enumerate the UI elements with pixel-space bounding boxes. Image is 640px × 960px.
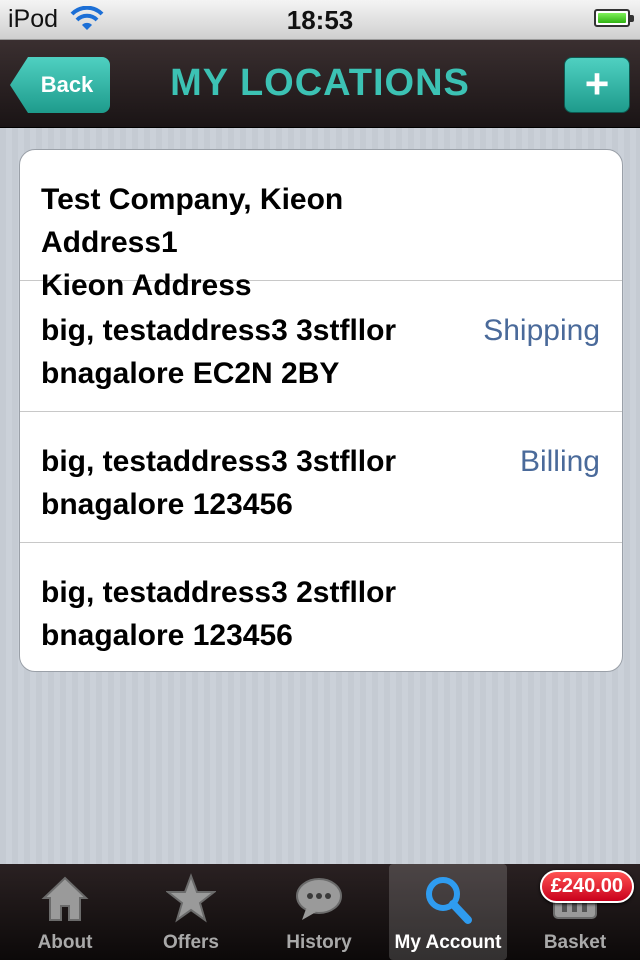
address-line-1: big, testaddress3 3stfllor <box>41 445 397 478</box>
basket-total-badge: £240.00 <box>539 870 634 903</box>
speech-bubble-icon <box>296 878 342 920</box>
add-location-button[interactable]: + <box>564 57 630 113</box>
location-row[interactable]: big, testaddress3 3stfllor bnagalore EC2… <box>20 281 622 412</box>
navigation-bar: Back MY LOCATIONS + <box>0 40 640 128</box>
tab-label: About <box>37 932 93 953</box>
tab-label: My Account <box>394 932 502 953</box>
clock: 18:53 <box>286 5 354 35</box>
address-line-2: bnagalore 123456 <box>41 488 293 521</box>
tab-label: Offers <box>163 932 219 953</box>
address-line-1: big, testaddress3 2stfllor <box>41 576 397 609</box>
location-address: big, testaddress3 3stfllor bnagalore 123… <box>41 440 461 526</box>
star-icon <box>166 873 216 923</box>
tab-my-account[interactable]: My Account <box>389 864 507 960</box>
tab-label: Basket <box>543 932 607 953</box>
page-title: MY LOCATIONS <box>170 62 470 104</box>
location-address: big, testaddress3 3stfllor bnagalore EC2… <box>41 309 461 395</box>
house-icon <box>41 876 89 921</box>
address-line-1: Test Company, Kieon Address1 <box>41 183 344 259</box>
location-row[interactable]: big, testaddress3 2stfllor bnagalore 123… <box>20 543 622 671</box>
magnifier-icon <box>426 877 472 924</box>
tab-about[interactable]: About <box>6 864 124 960</box>
battery-icon <box>594 9 634 27</box>
location-tag-billing: Billing <box>519 445 600 478</box>
address-line-1: big, testaddress3 3stfllor <box>41 314 397 347</box>
tab-history[interactable]: History <box>260 864 378 960</box>
location-row[interactable]: big, testaddress3 3stfllor bnagalore 123… <box>20 412 622 543</box>
tab-label: History <box>286 932 352 953</box>
location-address: big, testaddress3 2stfllor bnagalore 123… <box>41 571 461 657</box>
tab-offers[interactable]: Offers <box>132 864 250 960</box>
address-line-2: bnagalore 123456 <box>41 619 293 652</box>
address-line-2: bnagalore EC2N 2BY <box>41 357 340 390</box>
tab-bar: About Offers History My Account Basket £… <box>0 864 640 960</box>
location-tag-shipping: Shipping <box>483 314 600 347</box>
status-bar: iPod 18:53 <box>0 0 640 40</box>
locations-list: Test Company, Kieon Address1 Kieon Addre… <box>19 149 623 672</box>
location-row[interactable]: Test Company, Kieon Address1 Kieon Addre… <box>20 150 622 302</box>
